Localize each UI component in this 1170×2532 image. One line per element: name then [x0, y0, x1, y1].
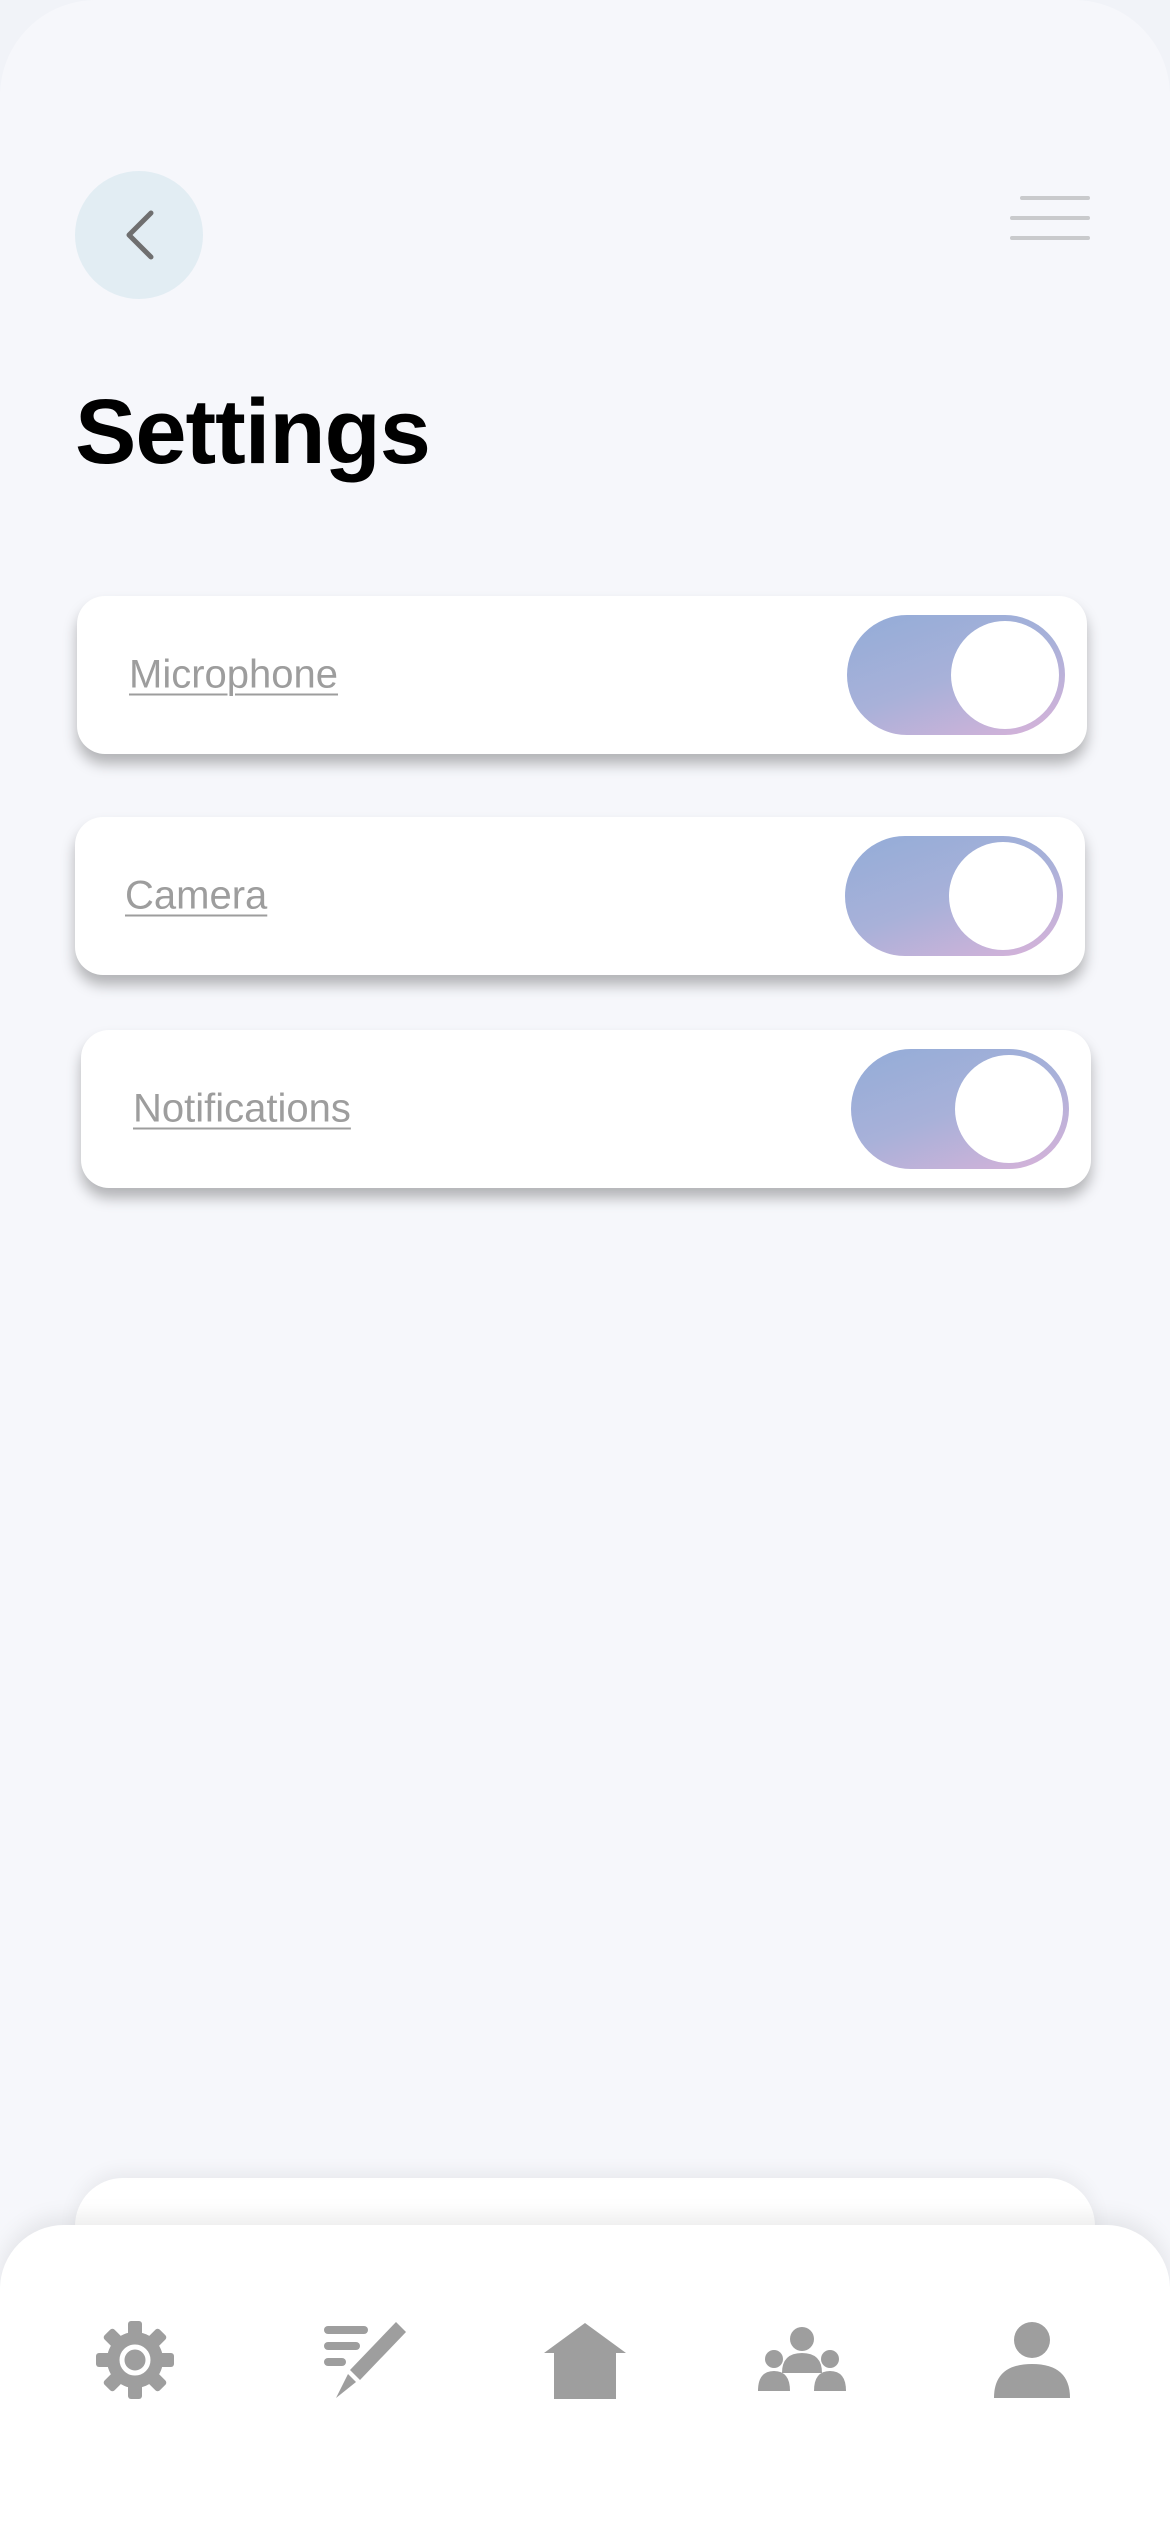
tab-edit[interactable]: [310, 2305, 420, 2415]
microphone-toggle[interactable]: [847, 615, 1065, 735]
setting-label-notifications[interactable]: Notifications: [133, 1087, 351, 1132]
edit-icon: [324, 2322, 406, 2398]
setting-row-camera: Camera: [75, 817, 1085, 975]
bottom-tab-bar: [0, 2225, 1170, 2532]
setting-row-microphone: Microphone: [77, 596, 1087, 754]
setting-label-camera[interactable]: Camera: [125, 874, 267, 919]
menu-button[interactable]: [1006, 190, 1090, 250]
settings-screen: Settings Microphone Camera Notifications: [0, 0, 1170, 2532]
profile-icon: [994, 2322, 1070, 2398]
tab-settings[interactable]: [80, 2305, 190, 2415]
page-title: Settings: [75, 381, 431, 483]
back-button[interactable]: [75, 171, 203, 299]
menu-icon: [1020, 196, 1090, 200]
camera-toggle[interactable]: [845, 836, 1063, 956]
toggle-knob: [949, 842, 1057, 950]
tab-community[interactable]: [747, 2305, 857, 2415]
toggle-knob: [955, 1055, 1063, 1163]
home-icon: [544, 2323, 626, 2399]
toggle-knob: [951, 621, 1059, 729]
setting-label-microphone[interactable]: Microphone: [129, 653, 338, 698]
notifications-toggle[interactable]: [851, 1049, 1069, 1169]
tab-profile[interactable]: [977, 2305, 1087, 2415]
setting-row-notifications: Notifications: [81, 1030, 1091, 1188]
tab-home[interactable]: [530, 2305, 640, 2415]
group-icon: [758, 2327, 846, 2391]
gear-icon: [96, 2321, 174, 2399]
chevron-left-icon: [126, 210, 154, 260]
